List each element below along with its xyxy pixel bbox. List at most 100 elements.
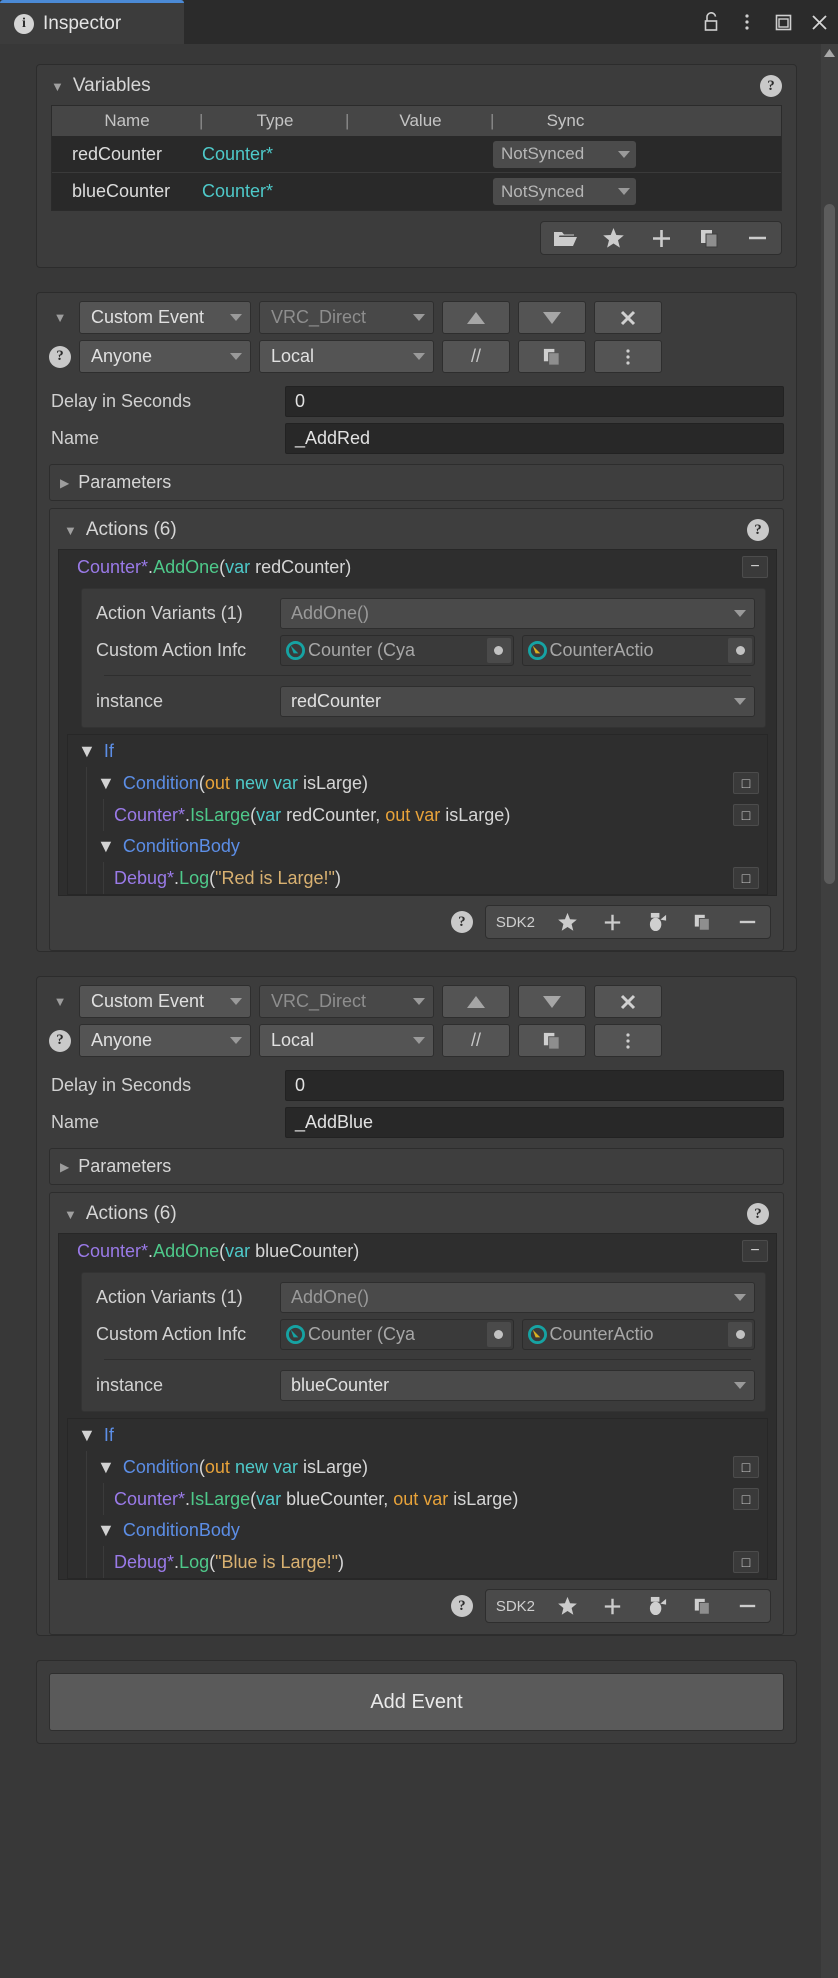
object-picker-button[interactable] [728, 638, 752, 663]
name-input[interactable]: _AddBlue [285, 1107, 784, 1138]
custom-action-object-field-1[interactable]: Counter (Cya [280, 635, 514, 666]
help-icon[interactable]: ? [49, 1029, 71, 1052]
comment-button[interactable]: // [442, 340, 510, 373]
event-who-dropdown[interactable]: Anyone [79, 1024, 251, 1057]
collapse-action-button[interactable]: − [742, 556, 768, 578]
help-icon[interactable]: ? [49, 345, 71, 368]
copy-icon[interactable] [680, 906, 725, 938]
custom-action-object-field-1[interactable]: Counter (Cya [280, 1319, 514, 1350]
condition-call-line[interactable]: Counter*.IsLarge(var redCounter, out var… [103, 799, 767, 831]
parameters-panel[interactable]: ▶ Parameters [49, 1148, 784, 1185]
vertical-scrollbar[interactable] [821, 44, 838, 1978]
star-icon[interactable] [545, 1590, 590, 1622]
action-variants-dropdown[interactable]: AddOne() [280, 1282, 755, 1313]
close-icon[interactable] [808, 10, 830, 34]
body-call-expand-button[interactable]: □ [733, 867, 759, 889]
sync-dropdown[interactable]: NotSynced [493, 178, 636, 205]
custom-action-object-field-2[interactable]: CounterActio [521, 1319, 755, 1350]
move-up-button[interactable] [442, 301, 510, 334]
body-call-line[interactable]: Debug*.Log("Blue is Large!") □ [103, 1546, 767, 1578]
variables-foldout[interactable]: ▼ Variables ? [37, 65, 796, 105]
plus-icon[interactable] [590, 906, 635, 938]
actions-foldout[interactable]: ▼ Actions (6) ? [50, 509, 783, 549]
paste-icon[interactable] [635, 906, 680, 938]
body-call-line[interactable]: Debug*.Log("Red is Large!") □ [103, 862, 767, 894]
body-call-expand-button[interactable]: □ [733, 1551, 759, 1573]
star-icon[interactable] [589, 222, 637, 254]
custom-action-object-field-2[interactable]: CounterActio [521, 635, 755, 666]
name-input[interactable]: _AddRed [285, 423, 784, 454]
folder-icon[interactable] [541, 222, 589, 254]
if-foldout[interactable]: ▼ If [68, 735, 767, 767]
actions-foldout[interactable]: ▼ Actions (6) ? [50, 1193, 783, 1233]
condition-call-expand-button[interactable]: □ [733, 1488, 759, 1510]
help-icon[interactable]: ? [760, 75, 782, 97]
sync-dropdown[interactable]: NotSynced [493, 140, 636, 168]
chevron-down-icon[interactable]: ▼ [49, 994, 71, 1009]
copy-event-button[interactable] [518, 340, 586, 373]
scroll-up-arrow[interactable] [821, 44, 838, 61]
comment-button[interactable]: // [442, 1024, 510, 1057]
object-picker-button[interactable] [486, 1322, 511, 1347]
event-type-dropdown[interactable]: Custom Event [79, 301, 251, 334]
event-network-dropdown[interactable]: VRC_Direct [259, 985, 434, 1018]
if-foldout[interactable]: ▼ If [68, 1419, 767, 1451]
plus-icon[interactable] [637, 222, 685, 254]
instance-dropdown[interactable]: redCounter [280, 686, 755, 717]
action-variants-dropdown[interactable]: AddOne() [280, 598, 755, 629]
paste-icon[interactable] [635, 1590, 680, 1622]
collapse-action-button[interactable]: − [742, 1240, 768, 1262]
move-down-button[interactable] [518, 301, 586, 334]
condition-call-expand-button[interactable]: □ [733, 804, 759, 826]
table-row[interactable]: blueCounter Counter* NotSynced [52, 173, 781, 210]
star-icon[interactable] [545, 906, 590, 938]
condition-expand-button[interactable]: □ [733, 772, 759, 794]
move-down-button[interactable] [518, 985, 586, 1018]
scroll-thumb[interactable] [824, 204, 835, 884]
condition-body-foldout[interactable]: ▼ ConditionBody [87, 1515, 767, 1546]
move-up-button[interactable] [442, 985, 510, 1018]
minus-icon[interactable] [725, 1590, 770, 1622]
condition-expand-button[interactable]: □ [733, 1456, 759, 1478]
event-network-dropdown[interactable]: VRC_Direct [259, 301, 434, 334]
event-scope-dropdown[interactable]: Local [259, 340, 434, 373]
help-icon[interactable]: ? [747, 519, 769, 541]
action-signature-line[interactable]: Counter* . AddOne ( var blueCounter ) − [59, 1234, 776, 1268]
instance-dropdown[interactable]: blueCounter [280, 1370, 755, 1401]
parameters-panel[interactable]: ▶ Parameters [49, 464, 784, 501]
help-icon[interactable]: ? [450, 1595, 473, 1617]
object-picker-button[interactable] [728, 1322, 752, 1347]
copy-icon[interactable] [685, 222, 733, 254]
copy-icon[interactable] [680, 1590, 725, 1622]
condition-foldout[interactable]: ▼ Condition(out new var isLarge) □ [87, 1451, 767, 1483]
parameters-foldout[interactable]: ▶ Parameters [50, 465, 783, 500]
add-event-button[interactable]: Add Event [49, 1673, 784, 1731]
table-row[interactable]: redCounter Counter* NotSynced [52, 136, 781, 173]
copy-event-button[interactable] [518, 1024, 586, 1057]
delay-input[interactable]: 0 [285, 1070, 784, 1101]
chevron-down-icon[interactable]: ▼ [49, 310, 71, 325]
delay-input[interactable]: 0 [285, 386, 784, 417]
parameters-foldout[interactable]: ▶ Parameters [50, 1149, 783, 1184]
more-options-button[interactable] [594, 1024, 662, 1057]
plus-icon[interactable] [590, 1590, 635, 1622]
more-options-button[interactable] [594, 340, 662, 373]
event-type-dropdown[interactable]: Custom Event [79, 985, 251, 1018]
condition-body-foldout[interactable]: ▼ ConditionBody [87, 831, 767, 862]
object-picker-button[interactable] [486, 638, 511, 663]
action-signature-line[interactable]: Counter* . AddOne ( var redCounter ) − [59, 550, 776, 584]
remove-event-button[interactable] [594, 301, 662, 334]
minus-icon[interactable] [725, 906, 770, 938]
remove-event-button[interactable] [594, 985, 662, 1018]
variable-sync-cell[interactable]: NotSynced [493, 178, 638, 205]
condition-foldout[interactable]: ▼ Condition(out new var isLarge) □ [87, 767, 767, 799]
condition-call-line[interactable]: Counter*.IsLarge(var blueCounter, out va… [103, 1483, 767, 1515]
help-icon[interactable]: ? [747, 1203, 769, 1225]
maximize-icon[interactable] [772, 10, 794, 34]
help-icon[interactable]: ? [450, 911, 473, 933]
event-scope-dropdown[interactable]: Local [259, 1024, 434, 1057]
tab-inspector[interactable]: i Inspector [0, 0, 184, 44]
minus-icon[interactable] [733, 222, 781, 254]
lock-icon[interactable] [700, 10, 722, 34]
variable-sync-cell[interactable]: NotSynced [493, 140, 638, 168]
